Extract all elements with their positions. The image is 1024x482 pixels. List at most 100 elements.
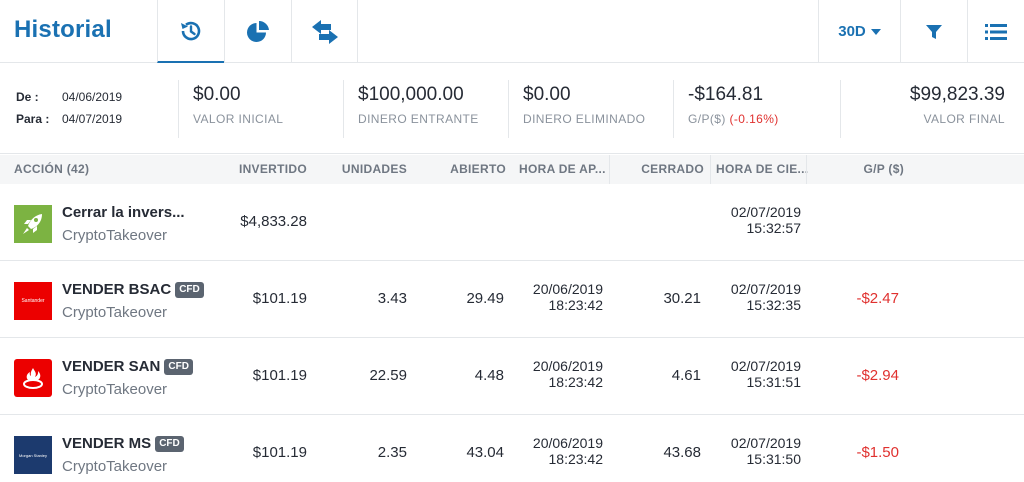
stat-label: VALOR FINAL <box>923 112 1005 126</box>
column-separator <box>710 155 711 184</box>
tab-history[interactable] <box>157 0 224 63</box>
to-label: Para : <box>16 112 50 126</box>
stat-initial-value: $0.00 VALOR INICIAL <box>178 80 343 138</box>
table-row[interactable]: Cerrar la invers... CryptoTakeover $4,83… <box>0 185 1024 261</box>
column-invested[interactable]: INVERTIDO <box>239 162 307 176</box>
top-bar: Historial 30D <box>0 0 1024 63</box>
stat-value: $0.00 <box>193 84 241 105</box>
position-name: VENDER SAN CFD <box>62 358 193 375</box>
open-clock: 18:23:42 <box>548 297 604 313</box>
cell-close-rate: 30.21 <box>663 290 701 307</box>
stat-final-value: $99,823.39 VALOR FINAL <box>840 80 1024 138</box>
santander-flame-icon <box>14 359 52 397</box>
summary-bar: De : 04/06/2019 Para : 04/07/2019 $0.00 VA… <box>0 64 1024 154</box>
position-trader: CryptoTakeover <box>62 458 168 475</box>
from-label: De : <box>16 90 39 104</box>
close-clock: 15:31:51 <box>746 374 802 390</box>
column-closed[interactable]: CERRADO <box>641 162 704 176</box>
cell-invested: $101.19 <box>252 290 307 307</box>
cell-close-rate: 43.68 <box>663 444 701 461</box>
stat-value: $0.00 <box>523 84 571 105</box>
position-name: VENDER BSAC CFD <box>62 281 204 298</box>
column-units[interactable]: UNIDADES <box>342 162 407 176</box>
period-value: 30D <box>838 23 866 40</box>
column-open[interactable]: ABIERTO <box>450 162 506 176</box>
to-date: 04/07/2019 <box>62 112 123 126</box>
cfd-badge: CFD <box>164 358 193 375</box>
cell-profit-loss: -$1.50 <box>856 444 899 461</box>
cell-open-time: 20/06/2019 18:23:42 <box>533 281 603 313</box>
close-date: 02/07/2019 <box>730 358 801 374</box>
cell-open-time: 20/06/2019 18:23:42 <box>533 435 603 467</box>
position-trader: CryptoTakeover <box>62 227 168 244</box>
column-action[interactable]: ACCIÓN (42) <box>14 162 89 176</box>
close-clock: 15:31:50 <box>746 451 802 467</box>
cell-close-time: 02/07/2019 15:31:50 <box>731 435 801 467</box>
stat-label: G/P($) (-0.16%) <box>688 112 840 126</box>
cell-invested: $4,833.28 <box>240 213 307 230</box>
cell-open-rate: 4.48 <box>474 367 504 384</box>
cell-close-time: 02/07/2019 15:32:57 <box>731 204 801 236</box>
list-view-button[interactable] <box>967 0 1024 63</box>
column-open-time[interactable]: HORA DE AP... <box>519 162 606 176</box>
morgan-stanley-logo: Morgan Stanley <box>14 436 52 474</box>
cell-open-time: 20/06/2019 18:23:42 <box>533 358 603 390</box>
cell-profit-loss: -$2.47 <box>856 290 899 307</box>
period-dropdown[interactable]: 30D <box>818 0 900 63</box>
table-row[interactable]: VENDER SAN CFD CryptoTakeover $101.19 22.… <box>0 339 1024 415</box>
filter-icon <box>926 24 942 39</box>
stat-percent: (-0.16%) <box>729 112 779 126</box>
pie-chart-icon <box>247 20 269 42</box>
rocket-icon <box>14 205 52 243</box>
stat-value: -$164.81 <box>688 84 764 105</box>
cell-invested: $101.19 <box>252 367 307 384</box>
position-name-text: VENDER BSAC <box>62 281 172 298</box>
cell-units: 22.59 <box>369 367 407 384</box>
cfd-badge: CFD <box>175 281 204 298</box>
close-date: 02/07/2019 <box>730 281 801 297</box>
column-pl[interactable]: G/P ($) <box>863 162 904 176</box>
tab-portfolio-chart[interactable] <box>224 0 291 63</box>
column-separator <box>609 155 610 184</box>
cfd-badge: CFD <box>155 435 184 452</box>
chevron-down-icon <box>870 28 881 35</box>
position-name-text: Cerrar la invers... <box>62 204 185 221</box>
table-row[interactable]: Santander VENDER BSAC CFD CryptoTakeover … <box>0 262 1024 338</box>
cell-profit-loss: -$2.94 <box>856 367 899 384</box>
stat-withdrawals: $0.00 DINERO ELIMINADO <box>508 80 673 138</box>
page-title: Historial <box>14 16 112 43</box>
close-clock: 15:32:57 <box>746 220 802 236</box>
close-date: 02/07/2019 <box>730 435 801 451</box>
stat-profit-loss: -$164.81 G/P($) (-0.16%) <box>673 80 840 138</box>
cell-invested: $101.19 <box>252 444 307 461</box>
list-icon <box>985 23 1007 40</box>
santander-logo: Santander <box>14 282 52 320</box>
open-clock: 18:23:42 <box>548 451 604 467</box>
column-close-time[interactable]: HORA DE CIE... <box>716 162 808 176</box>
position-name: VENDER MS CFD <box>62 435 184 452</box>
position-name: Cerrar la invers... <box>62 204 185 221</box>
cell-open-rate: 29.49 <box>466 290 504 307</box>
cell-close-rate: 4.61 <box>671 367 701 384</box>
logo-text: Santander <box>21 298 45 304</box>
close-clock: 15:32:35 <box>746 297 802 313</box>
open-clock: 18:23:42 <box>548 374 604 390</box>
cell-close-time: 02/07/2019 15:31:51 <box>731 358 801 390</box>
position-trader: CryptoTakeover <box>62 381 168 398</box>
date-range: De : 04/06/2019 Para : 04/07/2019 <box>16 86 122 130</box>
column-separator <box>806 155 807 184</box>
cell-close-time: 02/07/2019 15:32:35 <box>731 281 801 313</box>
open-date: 20/06/2019 <box>532 281 603 297</box>
filter-button[interactable] <box>900 0 967 63</box>
stat-label: DINERO ELIMINADO <box>523 112 646 126</box>
table-row[interactable]: Morgan Stanley VENDER MS CFD CryptoTakeov… <box>0 416 1024 482</box>
position-trader: CryptoTakeover <box>62 304 168 321</box>
stat-label-text: G/P($) <box>688 112 726 126</box>
history-icon <box>181 21 201 40</box>
cell-units: 3.43 <box>377 290 407 307</box>
table-header: ACCIÓN (42) INVERTIDO UNIDADES ABIERTO H… <box>0 155 1024 184</box>
cell-units: 2.35 <box>377 444 407 461</box>
open-date: 20/06/2019 <box>532 435 603 451</box>
position-name-text: VENDER SAN <box>62 358 161 375</box>
tab-transfers[interactable] <box>291 0 358 63</box>
